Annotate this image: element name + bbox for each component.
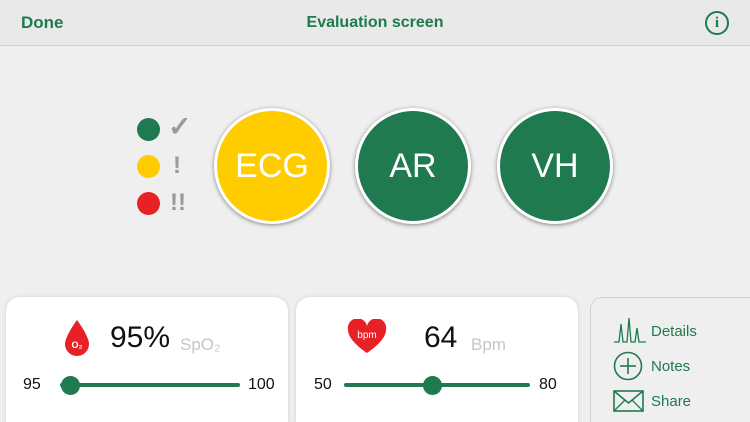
- checkmark-icon: ✓: [168, 111, 192, 142]
- legend-dot-alert: [137, 192, 160, 215]
- navigation-bar: Done Evaluation screen i: [0, 0, 750, 46]
- page-title: Evaluation screen: [306, 14, 444, 31]
- spo2-icon-text: O₂: [72, 340, 83, 350]
- heart-icon: bpm: [347, 319, 387, 353]
- double-exclamation-icon: !!: [170, 189, 186, 216]
- details-button[interactable]: Details: [613, 316, 697, 346]
- spo2-value: 95%: [110, 321, 171, 354]
- spo2-min-label: 95: [23, 376, 41, 393]
- spo2-card: O₂ 95% SpO₂ 95 100: [6, 297, 288, 422]
- envelope-icon: [613, 390, 644, 412]
- legend-dot-ok: [137, 118, 160, 141]
- heart-rate-value: 64: [424, 321, 458, 354]
- add-circle-icon: [613, 351, 643, 381]
- vh-indicator[interactable]: VH: [497, 108, 613, 224]
- heart-rate-max-label: 80: [539, 376, 557, 393]
- heart-rate-card: bpm 64 Bpm 50 80: [296, 297, 578, 422]
- info-icon[interactable]: i: [705, 11, 729, 35]
- ecg-waveform-icon: [614, 317, 646, 343]
- ecg-indicator-label: ECG: [235, 147, 309, 185]
- share-button[interactable]: Share: [613, 390, 691, 412]
- spo2-max-label: 100: [248, 376, 275, 393]
- notes-label: Notes: [651, 357, 691, 375]
- notes-button[interactable]: Notes: [613, 351, 690, 381]
- details-label: Details: [651, 322, 697, 340]
- heart-rate-unit: Bpm: [471, 335, 506, 354]
- done-button[interactable]: Done: [21, 13, 64, 33]
- exclamation-icon: !: [173, 152, 181, 179]
- ecg-indicator[interactable]: ECG: [214, 108, 330, 224]
- vh-indicator-label: VH: [531, 147, 579, 185]
- heart-rate-min-label: 50: [314, 376, 332, 393]
- side-menu: Details Notes Share: [590, 297, 750, 422]
- share-label: Share: [651, 392, 692, 410]
- spo2-slider-thumb[interactable]: [61, 376, 80, 395]
- ar-indicator-label: AR: [389, 147, 437, 185]
- legend-dot-warning: [137, 155, 160, 178]
- blood-drop-icon: O₂: [65, 320, 89, 356]
- heart-icon-text: bpm: [357, 330, 376, 341]
- ar-indicator[interactable]: AR: [355, 108, 471, 224]
- spo2-unit: SpO₂: [180, 335, 221, 354]
- spo2-slider-track: [60, 383, 240, 387]
- heart-rate-slider-thumb[interactable]: [423, 376, 443, 395]
